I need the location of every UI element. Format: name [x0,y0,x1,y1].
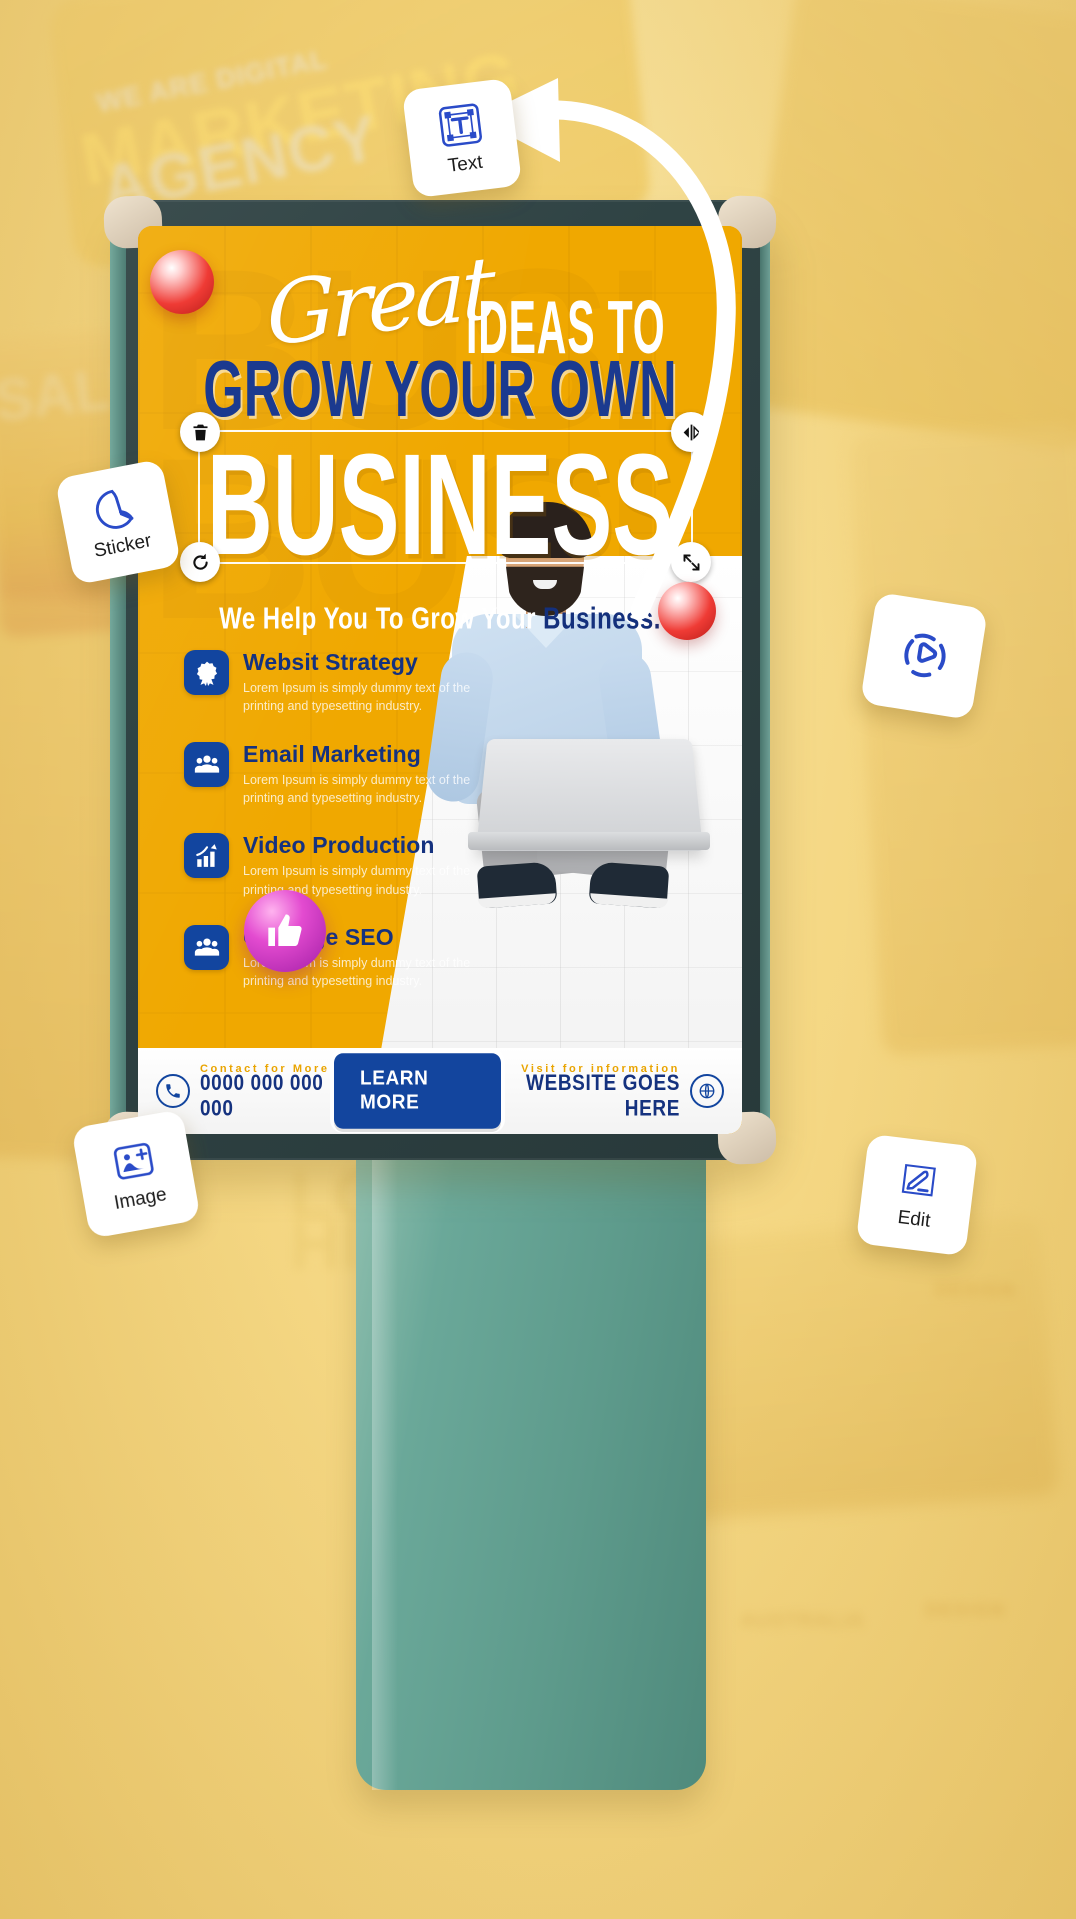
subtitle-accent: Business. [543,601,661,636]
tool-card-label: Text [446,151,484,177]
resize-handle[interactable] [671,542,711,582]
badge-ribbon-icon [184,650,229,695]
tool-card-label: Edit [896,1206,932,1232]
tool-card-label: Image [112,1184,169,1215]
pencil-edit-icon [893,1156,944,1207]
expand-arrows-icon [683,554,699,570]
footer-contact-value: 0000 000 000 000 [200,1071,324,1122]
feature-item: Video Production Lorem Ipsum is simply d… [184,832,484,899]
tool-card-image[interactable]: Image [71,1109,201,1239]
people-group-icon [184,924,229,970]
red-sphere-decoration [658,582,716,640]
billboard-frame: BUSI BUSI [103,195,777,1165]
footer-website-text: Visit for information WEBSITE GOES HERE [501,1063,680,1121]
rotate-icon [192,553,208,570]
headline-row-1: Great IDEAS TO [138,238,742,370]
feature-title: Email Marketing [243,740,421,767]
poster-footer: Contact for More 0000 000 000 000 LEARN … [138,1048,742,1134]
billboard-pole [356,1150,706,1790]
tool-card-video[interactable] [859,591,989,721]
feature-desc: Lorem Ipsum is simply dummy text of the … [243,681,471,714]
billboard[interactable]: BUSI BUSI [103,195,778,1184]
laptop-base [468,832,710,850]
feature-text: Websit Strategy Lorem Ipsum is simply du… [243,649,484,716]
billboard-edge-left [110,230,126,1130]
footer-website: Visit for information WEBSITE GOES HERE [501,1063,724,1121]
pole-highlight [372,1150,398,1790]
feature-item: Websit Strategy Lorem Ipsum is simply du… [184,649,484,716]
tool-card-edit[interactable]: Edit [855,1133,979,1257]
subtitle-plain: We Help You To Grow Your [219,601,544,636]
billboard-screen[interactable]: BUSI BUSI [138,226,742,1134]
sticker-circle-icon [89,482,143,536]
image-plus-icon [106,1133,162,1189]
poster-subtitle: We Help You To Grow Your Business. [150,602,730,637]
red-sphere-decoration [150,250,214,314]
bg-panel-right [737,0,1076,453]
trash-icon [193,424,207,440]
learn-more-button[interactable]: LEARN MORE [333,1053,502,1129]
feature-text: Video Production Lorem Ipsum is simply d… [243,832,484,899]
bg-ghost-word-design-2: DESIGN [924,1600,1006,1620]
feature-text: Email Marketing Lorem Ipsum is simply du… [243,740,484,808]
people-group-icon [184,741,229,787]
feature-item: Email Marketing Lorem Ipsum is simply du… [184,740,484,808]
feature-item: Off Page SEO Lorem Ipsum is simply dummy… [184,924,484,991]
delete-handle[interactable] [180,412,220,452]
thumbs-up-bubble [244,890,326,972]
rotate-handle[interactable] [180,542,220,582]
feature-title: Video Production [243,832,435,859]
feature-desc: Lorem Ipsum is simply dummy text of the … [243,772,471,805]
bg-panel-right-column [849,424,1076,1056]
billboard-edge-right [760,230,770,1130]
footer-visit-value: WEBSITE GOES HERE [526,1071,680,1122]
globe-icon [690,1074,724,1108]
flip-horizontal-icon [683,424,700,440]
poster-canvas[interactable]: BUSI BUSI [138,226,742,1134]
tool-card-text[interactable]: Text [401,77,523,199]
text-box-icon [433,97,489,153]
selection-frame[interactable] [180,412,711,582]
tool-card-sticker[interactable]: Sticker [54,458,182,586]
bg-ghost-word-design: DESIGN [934,1280,1016,1300]
feature-title: Websit Strategy [243,649,418,675]
footer-contact-text: Contact for More 0000 000 000 000 [200,1063,334,1121]
phone-ring-icon [156,1074,190,1108]
bg-ghost-word-australia: AUSTRALIA [740,1610,865,1632]
growth-chart-icon [184,833,229,879]
feature-list: Websit Strategy Lorem Ipsum is simply du… [184,649,484,1016]
footer-contact: Contact for More 0000 000 000 000 [156,1063,334,1121]
thumbs-up-icon [268,914,302,946]
play-circle-icon [892,624,956,688]
headline-grow-your-own: GROW YOUR OWN [203,343,677,434]
flip-handle[interactable] [671,412,711,452]
bg-ghost-word-hi: HI [290,1206,360,1284]
